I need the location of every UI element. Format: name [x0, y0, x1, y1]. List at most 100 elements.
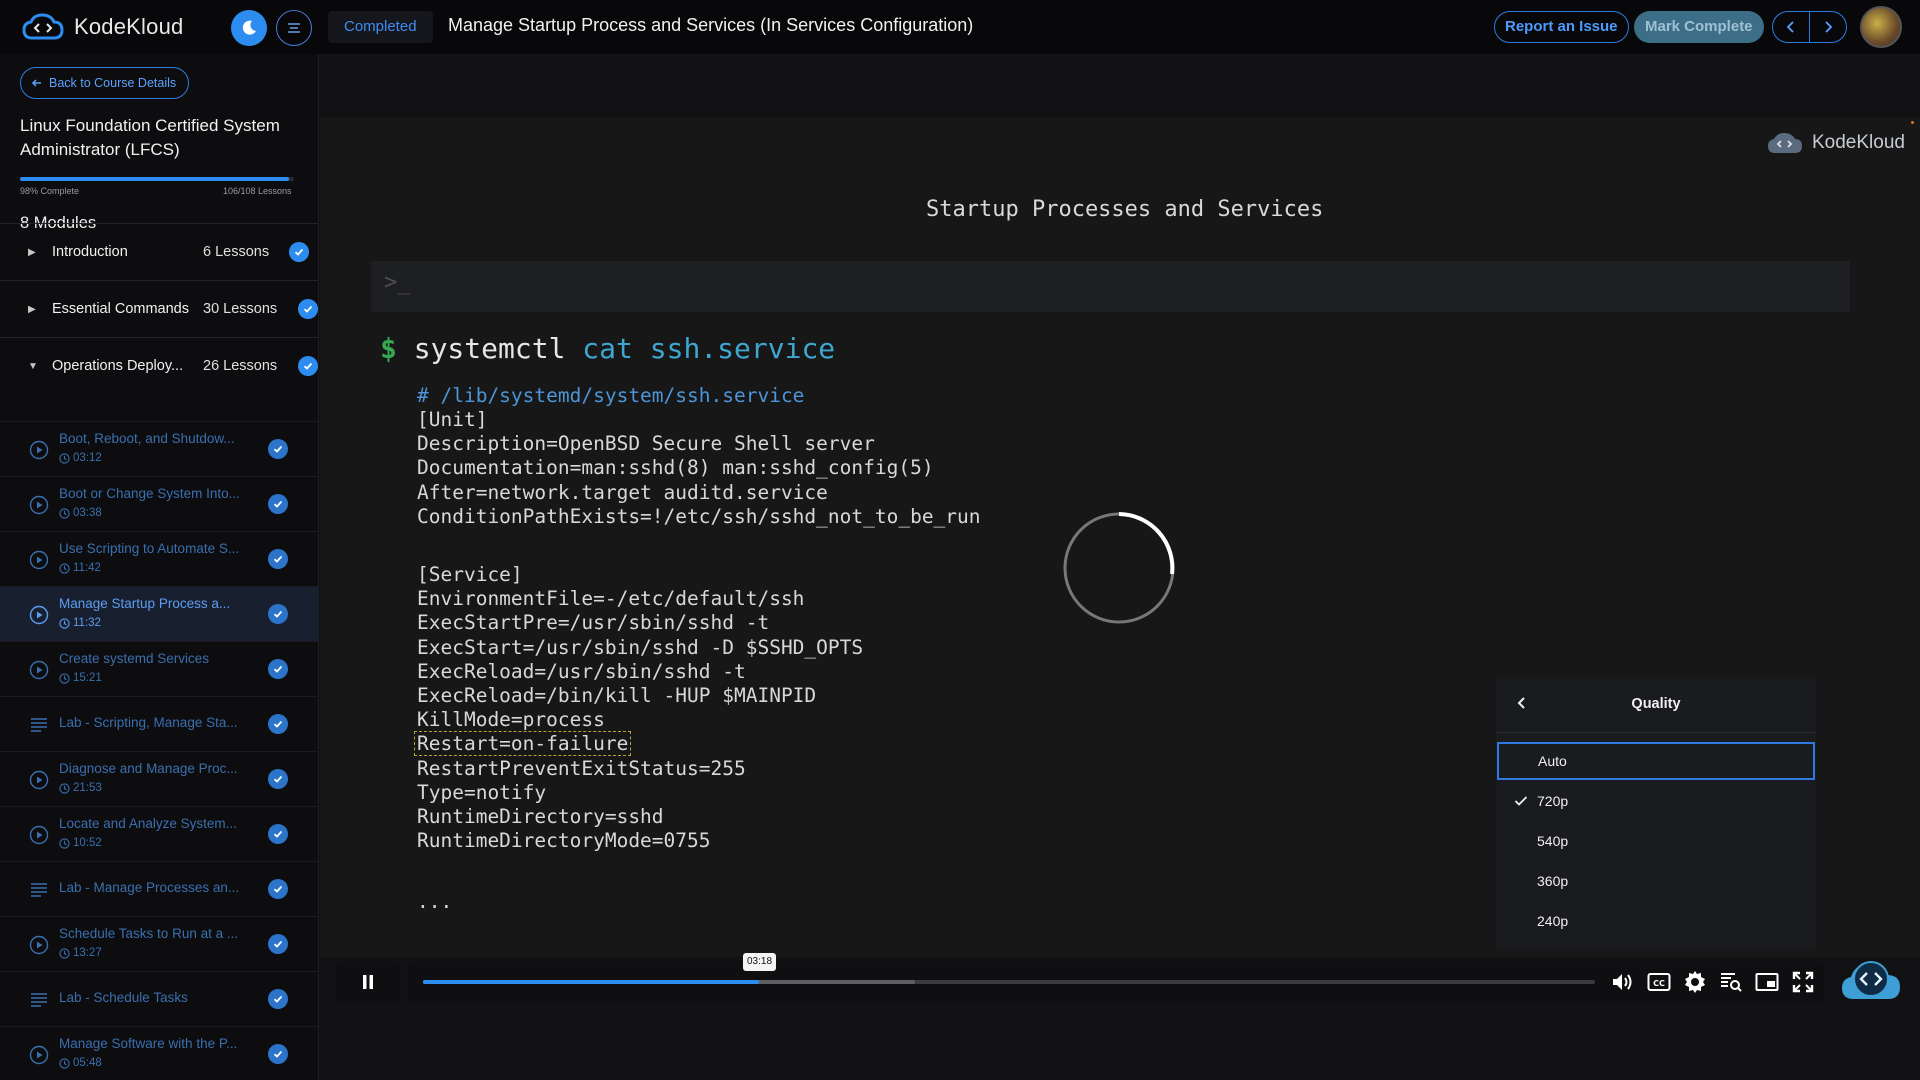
completed-status-pill: Completed: [328, 11, 433, 43]
lesson-duration: 21:53: [59, 782, 102, 794]
module-2[interactable]: ▶ Essential Commands 30 Lessons: [0, 280, 318, 337]
clock-icon: [59, 452, 70, 464]
mark-complete-button[interactable]: Mark Complete: [1634, 11, 1764, 43]
lesson-title: Use Scripting to Automate S...: [59, 541, 240, 556]
menu-icon: [288, 23, 300, 33]
check-circle-icon: [268, 934, 288, 954]
pause-button[interactable]: [336, 961, 400, 1003]
lesson-duration-text: 10:52: [73, 837, 102, 849]
lesson-duration: 15:21: [59, 672, 102, 684]
chevron-left-icon: [1786, 21, 1794, 33]
lesson-item[interactable]: Lab - Scripting, Manage Sta...: [0, 696, 318, 751]
user-avatar[interactable]: [1860, 6, 1902, 48]
picture-in-picture-button[interactable]: [1754, 969, 1780, 995]
document-icon: [31, 883, 47, 897]
cmd-dollar: $: [380, 332, 397, 365]
code-line: RestartPreventExitStatus=255: [417, 756, 746, 780]
volume-icon: [1613, 974, 1632, 990]
lesson-nav: [1772, 11, 1847, 43]
lesson-item[interactable]: Boot, Reboot, and Shutdow... 03:12: [0, 421, 318, 476]
lesson-item[interactable]: Use Scripting to Automate S... 11:42: [0, 531, 318, 586]
lesson-item[interactable]: Diagnose and Manage Proc... 21:53: [0, 751, 318, 806]
quality-option-auto[interactable]: Auto: [1497, 742, 1815, 780]
player-controls: CC: [336, 961, 1824, 1003]
module-name: Essential Commands: [52, 301, 189, 317]
code-line: Type=notify: [417, 780, 547, 804]
back-to-course-button[interactable]: Back to Course Details: [20, 67, 190, 99]
menu-button[interactable]: [276, 10, 312, 46]
play-circle-icon: [29, 660, 49, 680]
check-circle-icon: [268, 549, 288, 569]
lesson-title: Boot, Reboot, and Shutdow...: [59, 431, 235, 446]
clock-icon: [59, 782, 70, 794]
module-1[interactable]: ▶ Introduction 6 Lessons: [0, 223, 318, 280]
check-icon: [273, 995, 283, 1003]
check-icon: [273, 775, 283, 783]
check-circle-icon: [268, 659, 288, 679]
loading-spinner-icon: [1063, 512, 1175, 624]
kodekloud-logo[interactable]: KodeKloud: [22, 12, 183, 42]
clock-icon: [59, 1057, 70, 1069]
captions-icon: CC: [1647, 973, 1671, 991]
volume-button[interactable]: [1610, 969, 1636, 995]
play-circle-icon: [29, 825, 49, 845]
lesson-item[interactable]: Lab - Manage Processes an...: [0, 861, 318, 916]
lesson-title: Diagnose and Manage Proc...: [59, 761, 238, 776]
seek-bar[interactable]: [423, 980, 1595, 984]
lesson-title: Create systemd Services: [59, 651, 210, 666]
check-icon: [273, 885, 283, 893]
report-issue-button[interactable]: Report an Issue: [1494, 11, 1629, 43]
pause-icon: [363, 975, 373, 989]
module-lesson-count: 6 Lessons: [203, 244, 270, 260]
prev-lesson-button[interactable]: [1773, 12, 1810, 42]
play-circle-icon: [29, 1045, 49, 1065]
quality-option-360p[interactable]: 360p: [1496, 862, 1816, 900]
next-lesson-button[interactable]: [1810, 12, 1846, 42]
lesson-item[interactable]: Create systemd Services 15:21: [0, 641, 318, 696]
module-lesson-count: 30 Lessons: [203, 301, 278, 317]
lesson-item[interactable]: Manage Software with the P... 05:48: [0, 1026, 318, 1080]
code-line: EnvironmentFile=-/etc/default/ssh: [417, 587, 805, 611]
lesson-item[interactable]: Manage Startup Process a... 11:32: [0, 586, 318, 641]
lesson-item[interactable]: Locate and Analyze System... 10:52: [0, 806, 318, 861]
quality-option-540p[interactable]: 540p: [1496, 822, 1816, 860]
check-icon: [273, 610, 283, 618]
captions-button[interactable]: CC: [1646, 969, 1672, 995]
lesson-duration-text: 15:21: [73, 672, 102, 684]
settings-button[interactable]: [1682, 969, 1708, 995]
clock-icon: [59, 837, 70, 849]
check-circle-icon: [268, 989, 288, 1009]
check-icon: [273, 830, 283, 838]
lesson-title: Lab - Scripting, Manage Sta...: [59, 715, 238, 730]
quality-option-240p[interactable]: 240p: [1496, 902, 1816, 940]
fullscreen-button[interactable]: [1790, 969, 1816, 995]
lesson-title: Boot or Change System Into...: [59, 486, 240, 501]
quality-option-720p[interactable]: 720p: [1496, 782, 1816, 820]
code-line: ConditionPathExists=!/etc/ssh/sshd_not_t…: [417, 504, 981, 528]
check-icon: [303, 362, 313, 370]
slide-heading: Startup Processes and Services: [926, 197, 1324, 222]
lesson-item[interactable]: Schedule Tasks to Run at a ... 13:27: [0, 916, 318, 971]
quality-option-label: 540p: [1537, 833, 1569, 849]
lesson-duration: 05:48: [59, 1057, 102, 1069]
transcript-search-icon: [1721, 973, 1742, 992]
code-line: Description=OpenBSD Secure Shell server: [417, 432, 875, 456]
code-line: RuntimeDirectoryMode=0755: [417, 829, 711, 853]
module-lesson-count: 26 Lessons: [203, 358, 278, 374]
check-icon: [1514, 796, 1528, 806]
lesson-duration: 10:52: [59, 837, 102, 849]
highlighted-code-line: Restart=on-failure: [414, 731, 632, 757]
fullscreen-icon: [1792, 971, 1814, 993]
theme-toggle-button[interactable]: [231, 10, 267, 46]
module-3[interactable]: ▼ Operations Deploy... 26 Lessons: [0, 337, 318, 394]
top-bar: KodeKloud Completed Manage Startup Proce…: [0, 0, 1920, 54]
lesson-title: Manage Startup Process a...: [59, 596, 231, 611]
arrow-left-icon: [31, 79, 41, 87]
lesson-item[interactable]: Lab - Schedule Tasks: [0, 971, 318, 1026]
code-assistant-button[interactable]: [1838, 957, 1904, 1003]
lesson-item[interactable]: Boot or Change System Into... 03:38: [0, 476, 318, 531]
clock-icon: [59, 947, 70, 959]
lesson-duration-text: 03:12: [73, 452, 102, 464]
check-icon: [273, 445, 283, 453]
transcript-button[interactable]: [1718, 969, 1744, 995]
